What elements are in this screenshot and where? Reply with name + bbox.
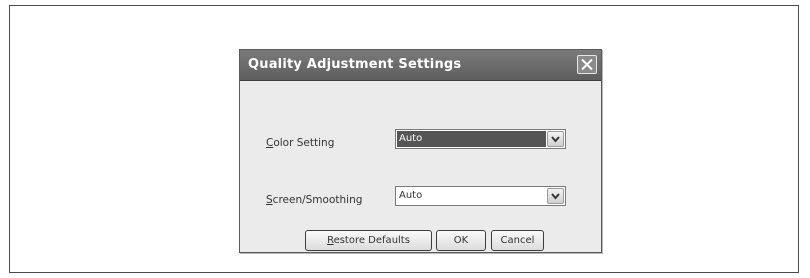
- close-icon: [581, 59, 593, 70]
- ok-button[interactable]: OK: [436, 230, 486, 251]
- color-setting-dropdown-button[interactable]: [547, 131, 564, 147]
- color-setting-label-text: olor Setting: [273, 137, 335, 149]
- cancel-label: Cancel: [500, 235, 535, 246]
- dialog-titlebar[interactable]: Quality Adjustment Settings: [240, 50, 601, 81]
- color-setting-label: Color Setting: [266, 137, 334, 149]
- screen-smoothing-label-text: creen/Smoothing: [272, 194, 363, 206]
- chevron-down-icon: [551, 193, 560, 200]
- color-setting-select[interactable]: Auto: [395, 129, 566, 149]
- screen-smoothing-mnemonic: S: [266, 194, 273, 206]
- close-button[interactable]: [577, 55, 597, 74]
- restore-defaults-button[interactable]: Restore Defaults: [305, 230, 432, 251]
- screen-smoothing-dropdown-button[interactable]: [547, 188, 564, 204]
- ok-label: OK: [453, 235, 469, 246]
- quality-adjustment-dialog: Quality Adjustment Settings Color Settin…: [239, 49, 602, 253]
- chevron-down-icon: [551, 136, 560, 143]
- figure-frame: Quality Adjustment Settings Color Settin…: [9, 5, 799, 273]
- dialog-title: Quality Adjustment Settings: [248, 57, 462, 72]
- screen-smoothing-label: Screen/Smoothing: [266, 194, 362, 206]
- restore-defaults-label: estore Defaults: [333, 235, 410, 246]
- screen-smoothing-value: Auto: [399, 190, 423, 201]
- screen-smoothing-select[interactable]: Auto: [395, 186, 566, 206]
- color-setting-value: Auto: [399, 133, 423, 144]
- cancel-button[interactable]: Cancel: [491, 230, 544, 251]
